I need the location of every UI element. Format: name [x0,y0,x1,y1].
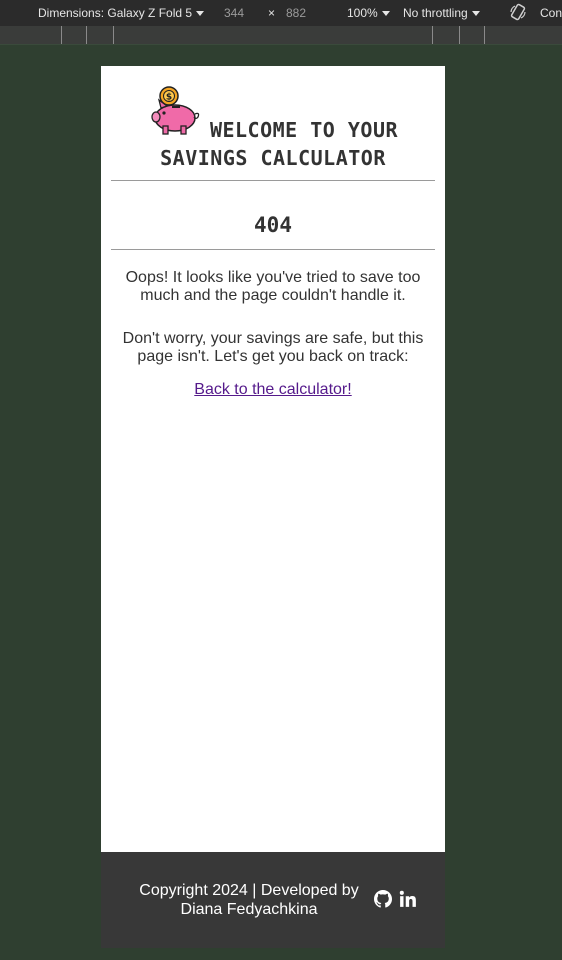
page-title: WELCOME TO YOUR SAVINGS CALCULATOR [101,116,445,172]
media-query-bar [0,26,562,45]
divider [111,180,435,181]
throttling-label: No throttling [403,6,468,20]
title-line-1: WELCOME TO YOUR [209,118,399,142]
chevron-down-icon [196,11,205,16]
zoom-label: 100% [347,6,378,20]
chevron-down-icon [381,11,390,16]
more-menu-label[interactable]: Con [540,6,562,20]
dimensions-label: Dimensions: Galaxy Z Fold 5 [38,6,193,20]
ruler-tick[interactable] [432,26,433,44]
linkedin-icon[interactable] [399,890,417,908]
ruler-track [0,26,562,44]
copyright-text: Copyright 2024 | Developed by Diana Fedy… [139,882,359,918]
rotate-icon[interactable] [509,3,527,24]
ruler-tick[interactable] [86,26,87,44]
height-input[interactable]: 882 [286,6,306,20]
back-to-calculator-link[interactable]: Back to the calculator! [194,381,351,398]
github-icon[interactable] [374,890,392,908]
dimensions-dropdown[interactable]: Dimensions: Galaxy Z Fold 5 [38,6,205,20]
ruler-tick[interactable] [484,26,485,44]
device-toolbar: Dimensions: Galaxy Z Fold 5 344 × 882 10… [0,0,562,26]
throttling-dropdown[interactable]: No throttling [403,6,480,20]
page-header: $ WELCOME TO YOUR SAVINGS CALCULATOR [101,66,445,180]
width-input[interactable]: 344 [224,6,244,20]
reassurance-message: Don't worry, your savings are safe, but … [122,330,424,365]
svg-text:$: $ [166,93,172,103]
device-viewport: $ WELCOME TO YOUR SAVINGS CALCULATOR 404… [101,66,445,948]
error-code: 404 [254,213,292,237]
title-line-2: SAVINGS CALCULATOR [160,146,386,170]
zoom-dropdown[interactable]: 100% [347,6,390,20]
chevron-down-icon [471,11,480,16]
back-link-container: Back to the calculator! [101,381,445,399]
times-symbol: × [268,6,276,20]
divider [111,249,435,250]
ruler-tick[interactable] [61,26,62,44]
ruler-tick[interactable] [113,26,114,44]
error-message: Oops! It looks like you've tried to save… [125,269,421,304]
ruler-tick[interactable] [459,26,460,44]
page-footer: Copyright 2024 | Developed by Diana Fedy… [101,852,445,948]
